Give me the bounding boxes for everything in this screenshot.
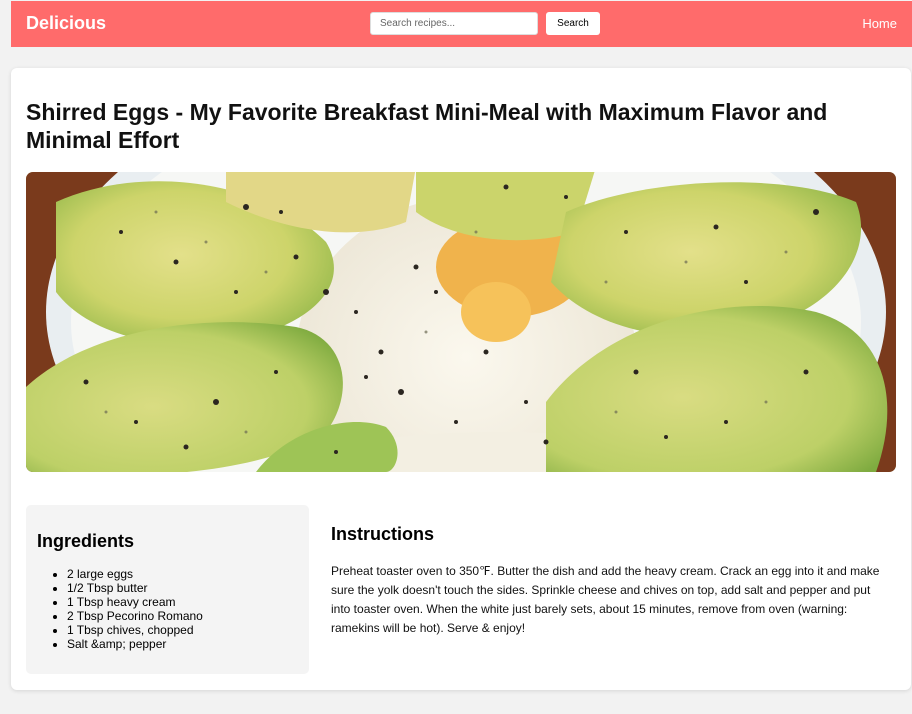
ingredients-list: 2 large eggs 1/2 Tbsp butter 1 Tbsp heav…	[37, 567, 203, 651]
ingredient-item: 1 Tbsp chives, chopped	[67, 623, 203, 637]
ingredient-item: 1/2 Tbsp butter	[67, 581, 203, 595]
search-button[interactable]: Search	[546, 12, 600, 35]
search-input[interactable]	[370, 12, 538, 35]
ingredient-item: 2 large eggs	[67, 567, 203, 581]
site-header: Delicious Search Home	[11, 1, 912, 47]
ingredient-item: 2 Tbsp Pecorino Romano	[67, 609, 203, 623]
nav-home-link[interactable]: Home	[862, 16, 897, 31]
ingredients-panel: Ingredients 2 large eggs 1/2 Tbsp butter…	[26, 505, 309, 674]
recipe-card: Shirred Eggs - My Favorite Breakfast Min…	[11, 68, 911, 690]
ingredient-item: 1 Tbsp heavy cream	[67, 595, 203, 609]
ingredients-heading: Ingredients	[37, 531, 135, 551]
instructions-text: Preheat toaster oven to 350℉. Butter the…	[331, 564, 880, 635]
recipe-photo	[26, 172, 896, 472]
ingredient-item: Salt &amp; pepper	[67, 637, 203, 651]
site-logo[interactable]: Delicious	[26, 13, 106, 34]
recipe-title: Shirred Eggs - My Favorite Breakfast Min…	[26, 99, 828, 153]
instructions-heading: Instructions	[331, 524, 435, 544]
